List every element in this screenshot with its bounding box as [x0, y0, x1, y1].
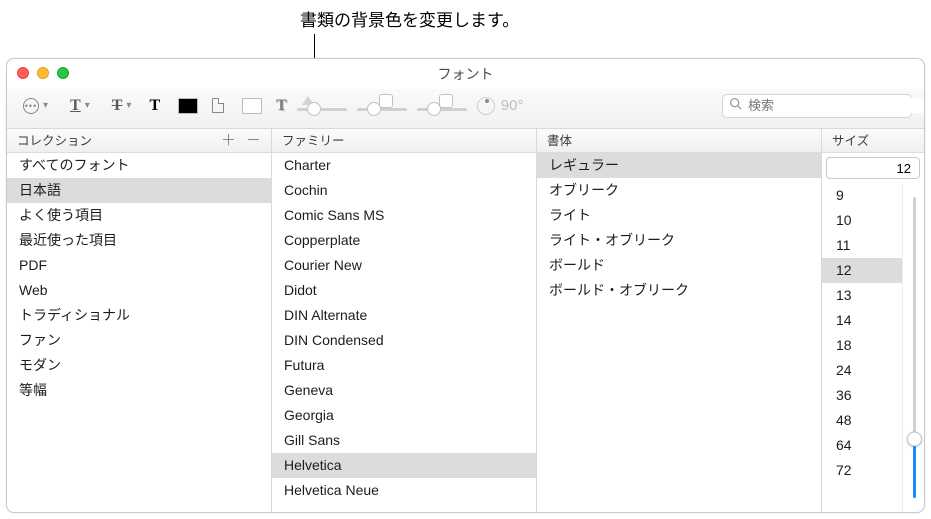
list-item[interactable]: 36: [822, 383, 902, 408]
list-item[interactable]: 13: [822, 283, 902, 308]
typeface-header: 書体: [537, 129, 821, 153]
search-icon: [729, 97, 742, 115]
size-column: サイズ 91011121314182436486472: [822, 129, 924, 512]
list-item[interactable]: ボールド: [537, 253, 821, 278]
list-item[interactable]: PDF: [7, 253, 271, 278]
list-item[interactable]: よく使う項目: [7, 203, 271, 228]
shadow-icon: T: [276, 97, 287, 115]
list-item[interactable]: Cochin: [272, 178, 536, 203]
text-color-swatch[interactable]: [178, 98, 198, 114]
chevron-down-icon: ▾: [43, 100, 48, 111]
underline-icon: T: [70, 97, 81, 115]
collection-column: コレクション ＋ － すべてのフォント日本語よく使う項目最近使った項目PDFWe…: [7, 129, 272, 512]
list-item[interactable]: 48: [822, 408, 902, 433]
list-item[interactable]: 72: [822, 458, 902, 483]
list-item[interactable]: ライト: [537, 203, 821, 228]
list-item[interactable]: Didot: [272, 278, 536, 303]
list-item[interactable]: ライト・オブリーク: [537, 228, 821, 253]
text-color-icon: T: [149, 97, 160, 115]
list-item[interactable]: Copperplate: [272, 228, 536, 253]
strikethrough-menu[interactable]: T ▾: [108, 94, 136, 118]
typeface-column: 書体 レギュラーオブリークライトライト・オブリークボールドボールド・オブリーク: [537, 129, 822, 512]
text-color-control[interactable]: T: [149, 97, 198, 115]
window-controls: [17, 67, 69, 79]
list-item[interactable]: 10: [822, 208, 902, 233]
list-item[interactable]: 等幅: [7, 378, 271, 403]
family-header-label: ファミリー: [282, 129, 345, 153]
shadow-controls: T 90°: [276, 94, 523, 118]
titlebar: フォント: [7, 59, 924, 89]
annotation-label: 書類の背景色を変更します。: [300, 6, 519, 31]
remove-collection-button[interactable]: －: [246, 129, 261, 153]
collection-list[interactable]: すべてのフォント日本語よく使う項目最近使った項目PDFWebトラディショナルファ…: [7, 153, 271, 512]
list-item[interactable]: Helvetica: [272, 453, 536, 478]
list-item[interactable]: レギュラー: [537, 153, 821, 178]
list-item[interactable]: Helvetica Neue: [272, 478, 536, 503]
size-input[interactable]: [826, 157, 920, 179]
size-slider[interactable]: [902, 183, 924, 512]
list-item[interactable]: トラディショナル: [7, 303, 271, 328]
list-item[interactable]: 14: [822, 308, 902, 333]
close-button[interactable]: [17, 67, 29, 79]
shadow-angle-control[interactable]: 90°: [477, 97, 524, 115]
angle-dial-icon: [477, 97, 495, 115]
family-column: ファミリー CharterCochinComic Sans MSCopperpl…: [272, 129, 537, 512]
list-item[interactable]: ボールド・オブリーク: [537, 278, 821, 303]
family-list[interactable]: CharterCochinComic Sans MSCopperplateCou…: [272, 153, 536, 512]
typeface-list[interactable]: レギュラーオブリークライトライト・オブリークボールドボールド・オブリーク: [537, 153, 821, 512]
size-header-label: サイズ: [832, 129, 869, 153]
list-item[interactable]: 12: [822, 258, 902, 283]
list-item[interactable]: Charter: [272, 153, 536, 178]
list-item[interactable]: 日本語: [7, 178, 271, 203]
strikethrough-icon: T: [112, 97, 123, 115]
list-item[interactable]: Comic Sans MS: [272, 203, 536, 228]
toolbar: ••• ▾ T ▾ T ▾ T T: [7, 89, 924, 129]
size-header: サイズ: [822, 129, 924, 153]
list-item[interactable]: オブリーク: [537, 178, 821, 203]
search-input[interactable]: [748, 98, 924, 113]
document-background-color-control[interactable]: [212, 98, 262, 114]
minimize-button[interactable]: [37, 67, 49, 79]
fonts-window: フォント ••• ▾ T ▾ T ▾ T T: [6, 58, 925, 513]
list-item[interactable]: 24: [822, 358, 902, 383]
list-item[interactable]: Web: [7, 278, 271, 303]
list-item[interactable]: DIN Alternate: [272, 303, 536, 328]
actions-menu[interactable]: ••• ▾: [19, 94, 52, 118]
collection-header-label: コレクション: [17, 129, 92, 153]
list-item[interactable]: Georgia: [272, 403, 536, 428]
document-icon: [212, 98, 224, 113]
search-field[interactable]: [722, 94, 912, 118]
list-item[interactable]: 最近使った項目: [7, 228, 271, 253]
list-item[interactable]: 9: [822, 183, 902, 208]
list-item[interactable]: Geneva: [272, 378, 536, 403]
list-item[interactable]: 64: [822, 433, 902, 458]
add-collection-button[interactable]: ＋: [221, 129, 236, 153]
list-item[interactable]: モダン: [7, 353, 271, 378]
columns: コレクション ＋ － すべてのフォント日本語よく使う項目最近使った項目PDFWe…: [7, 129, 924, 512]
chevron-down-icon: ▾: [85, 100, 90, 111]
shadow-angle-value: 90°: [501, 97, 524, 114]
document-bg-swatch[interactable]: [242, 98, 262, 114]
list-item[interactable]: ファン: [7, 328, 271, 353]
list-item[interactable]: すべてのフォント: [7, 153, 271, 178]
shadow-blur-slider[interactable]: [357, 94, 407, 118]
collection-header: コレクション ＋ －: [7, 129, 271, 153]
list-item[interactable]: DIN Condensed: [272, 328, 536, 353]
chevron-down-icon: ▾: [126, 100, 131, 111]
shadow-opacity-slider[interactable]: [297, 94, 347, 118]
family-header: ファミリー: [272, 129, 536, 153]
list-item[interactable]: 18: [822, 333, 902, 358]
window-title: フォント: [7, 59, 924, 89]
ellipsis-icon: •••: [23, 98, 39, 114]
list-item[interactable]: Courier New: [272, 253, 536, 278]
typeface-header-label: 書体: [547, 129, 572, 153]
underline-menu[interactable]: T ▾: [66, 94, 94, 118]
list-item[interactable]: Futura: [272, 353, 536, 378]
list-item[interactable]: 11: [822, 233, 902, 258]
size-list[interactable]: 91011121314182436486472: [822, 183, 902, 512]
list-item[interactable]: Gill Sans: [272, 428, 536, 453]
shadow-offset-slider[interactable]: [417, 94, 467, 118]
zoom-button[interactable]: [57, 67, 69, 79]
